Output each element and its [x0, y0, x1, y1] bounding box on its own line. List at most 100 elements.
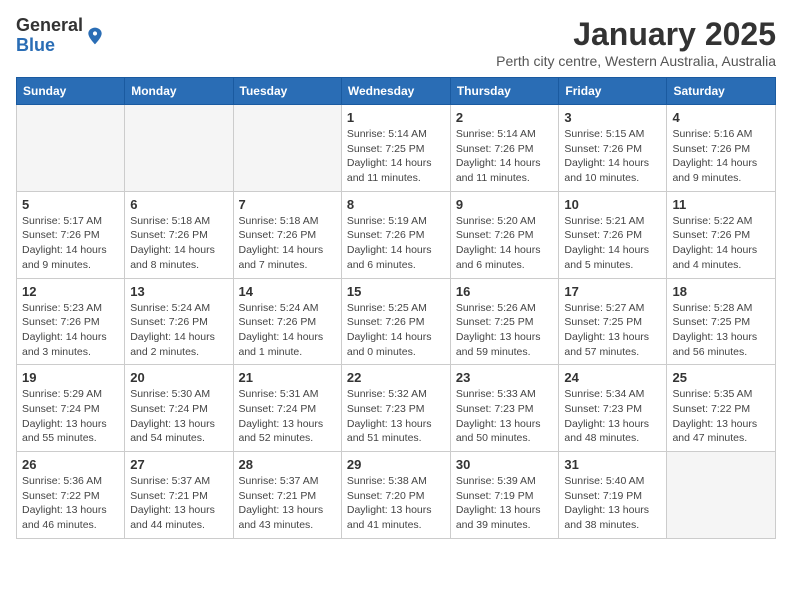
day-info: Sunrise: 5:23 AM Sunset: 7:26 PM Dayligh…	[22, 301, 119, 360]
calendar-cell: 8 Sunrise: 5:19 AM Sunset: 7:26 PM Daylig…	[341, 191, 450, 278]
day-info: Sunrise: 5:26 AM Sunset: 7:25 PM Dayligh…	[456, 301, 554, 360]
day-number: 13	[130, 284, 227, 299]
day-number: 29	[347, 457, 445, 472]
day-number: 15	[347, 284, 445, 299]
day-info: Sunrise: 5:29 AM Sunset: 7:24 PM Dayligh…	[22, 387, 119, 446]
page-header: General Blue January 2025 Perth city cen…	[16, 16, 776, 69]
day-number: 7	[239, 197, 336, 212]
day-info: Sunrise: 5:31 AM Sunset: 7:24 PM Dayligh…	[239, 387, 336, 446]
calendar-cell: 29 Sunrise: 5:38 AM Sunset: 7:20 PM Dayli…	[341, 452, 450, 539]
calendar-cell: 30 Sunrise: 5:39 AM Sunset: 7:19 PM Dayli…	[450, 452, 559, 539]
logo: General Blue	[16, 16, 105, 56]
calendar-cell: 22 Sunrise: 5:32 AM Sunset: 7:23 PM Dayli…	[341, 365, 450, 452]
day-info: Sunrise: 5:37 AM Sunset: 7:21 PM Dayligh…	[130, 474, 227, 533]
calendar-subtitle: Perth city centre, Western Australia, Au…	[496, 53, 776, 69]
day-info: Sunrise: 5:34 AM Sunset: 7:23 PM Dayligh…	[564, 387, 661, 446]
day-info: Sunrise: 5:39 AM Sunset: 7:19 PM Dayligh…	[456, 474, 554, 533]
day-info: Sunrise: 5:32 AM Sunset: 7:23 PM Dayligh…	[347, 387, 445, 446]
header-day-friday: Friday	[559, 78, 667, 105]
day-number: 22	[347, 370, 445, 385]
day-number: 23	[456, 370, 554, 385]
week-row-4: 19 Sunrise: 5:29 AM Sunset: 7:24 PM Dayli…	[17, 365, 776, 452]
day-info: Sunrise: 5:40 AM Sunset: 7:19 PM Dayligh…	[564, 474, 661, 533]
header-day-saturday: Saturday	[667, 78, 776, 105]
day-info: Sunrise: 5:35 AM Sunset: 7:22 PM Dayligh…	[672, 387, 770, 446]
day-info: Sunrise: 5:14 AM Sunset: 7:25 PM Dayligh…	[347, 127, 445, 186]
day-number: 4	[672, 110, 770, 125]
calendar-cell: 6 Sunrise: 5:18 AM Sunset: 7:26 PM Daylig…	[125, 191, 233, 278]
calendar-cell: 23 Sunrise: 5:33 AM Sunset: 7:23 PM Dayli…	[450, 365, 559, 452]
day-number: 31	[564, 457, 661, 472]
week-row-2: 5 Sunrise: 5:17 AM Sunset: 7:26 PM Daylig…	[17, 191, 776, 278]
day-number: 27	[130, 457, 227, 472]
calendar-cell	[125, 105, 233, 192]
day-number: 1	[347, 110, 445, 125]
calendar-cell: 25 Sunrise: 5:35 AM Sunset: 7:22 PM Dayli…	[667, 365, 776, 452]
day-number: 26	[22, 457, 119, 472]
day-info: Sunrise: 5:24 AM Sunset: 7:26 PM Dayligh…	[130, 301, 227, 360]
calendar-cell: 27 Sunrise: 5:37 AM Sunset: 7:21 PM Dayli…	[125, 452, 233, 539]
day-number: 18	[672, 284, 770, 299]
day-number: 30	[456, 457, 554, 472]
day-number: 21	[239, 370, 336, 385]
day-number: 12	[22, 284, 119, 299]
day-info: Sunrise: 5:24 AM Sunset: 7:26 PM Dayligh…	[239, 301, 336, 360]
day-info: Sunrise: 5:37 AM Sunset: 7:21 PM Dayligh…	[239, 474, 336, 533]
calendar-cell	[233, 105, 341, 192]
calendar-cell: 20 Sunrise: 5:30 AM Sunset: 7:24 PM Dayli…	[125, 365, 233, 452]
calendar-cell	[17, 105, 125, 192]
header-day-tuesday: Tuesday	[233, 78, 341, 105]
day-info: Sunrise: 5:17 AM Sunset: 7:26 PM Dayligh…	[22, 214, 119, 273]
day-info: Sunrise: 5:28 AM Sunset: 7:25 PM Dayligh…	[672, 301, 770, 360]
header-row: SundayMondayTuesdayWednesdayThursdayFrid…	[17, 78, 776, 105]
week-row-5: 26 Sunrise: 5:36 AM Sunset: 7:22 PM Dayli…	[17, 452, 776, 539]
day-number: 20	[130, 370, 227, 385]
calendar-cell: 12 Sunrise: 5:23 AM Sunset: 7:26 PM Dayli…	[17, 278, 125, 365]
day-info: Sunrise: 5:20 AM Sunset: 7:26 PM Dayligh…	[456, 214, 554, 273]
header-day-thursday: Thursday	[450, 78, 559, 105]
calendar-cell: 5 Sunrise: 5:17 AM Sunset: 7:26 PM Daylig…	[17, 191, 125, 278]
calendar-cell: 10Sunrise: 5:21 AM Sunset: 7:26 PM Dayli…	[559, 191, 667, 278]
calendar-cell: 19 Sunrise: 5:29 AM Sunset: 7:24 PM Dayli…	[17, 365, 125, 452]
logo-blue: Blue	[16, 35, 55, 55]
day-number: 6	[130, 197, 227, 212]
header-day-wednesday: Wednesday	[341, 78, 450, 105]
day-number: 11	[672, 197, 770, 212]
day-info: Sunrise: 5:16 AM Sunset: 7:26 PM Dayligh…	[672, 127, 770, 186]
calendar-cell: 9 Sunrise: 5:20 AM Sunset: 7:26 PM Daylig…	[450, 191, 559, 278]
calendar-title: January 2025	[496, 16, 776, 53]
day-number: 16	[456, 284, 554, 299]
header-day-sunday: Sunday	[17, 78, 125, 105]
calendar-cell: 21 Sunrise: 5:31 AM Sunset: 7:24 PM Dayli…	[233, 365, 341, 452]
calendar-cell: 31 Sunrise: 5:40 AM Sunset: 7:19 PM Dayli…	[559, 452, 667, 539]
logo-general: General	[16, 15, 83, 35]
day-info: Sunrise: 5:19 AM Sunset: 7:26 PM Dayligh…	[347, 214, 445, 273]
calendar-cell	[667, 452, 776, 539]
calendar-cell: 1 Sunrise: 5:14 AM Sunset: 7:25 PM Daylig…	[341, 105, 450, 192]
day-info: Sunrise: 5:18 AM Sunset: 7:26 PM Dayligh…	[130, 214, 227, 273]
day-number: 24	[564, 370, 661, 385]
logo-icon	[85, 26, 105, 46]
day-info: Sunrise: 5:30 AM Sunset: 7:24 PM Dayligh…	[130, 387, 227, 446]
day-number: 8	[347, 197, 445, 212]
day-info: Sunrise: 5:21 AM Sunset: 7:26 PM Dayligh…	[564, 214, 661, 273]
calendar-cell: 7Sunrise: 5:18 AM Sunset: 7:26 PM Daylig…	[233, 191, 341, 278]
day-number: 2	[456, 110, 554, 125]
day-info: Sunrise: 5:38 AM Sunset: 7:20 PM Dayligh…	[347, 474, 445, 533]
calendar-cell: 17Sunrise: 5:27 AM Sunset: 7:25 PM Dayli…	[559, 278, 667, 365]
day-info: Sunrise: 5:14 AM Sunset: 7:26 PM Dayligh…	[456, 127, 554, 186]
calendar-table: SundayMondayTuesdayWednesdayThursdayFrid…	[16, 77, 776, 539]
calendar-cell: 16 Sunrise: 5:26 AM Sunset: 7:25 PM Dayli…	[450, 278, 559, 365]
day-number: 25	[672, 370, 770, 385]
header-day-monday: Monday	[125, 78, 233, 105]
day-info: Sunrise: 5:33 AM Sunset: 7:23 PM Dayligh…	[456, 387, 554, 446]
day-number: 19	[22, 370, 119, 385]
calendar-cell: 3Sunrise: 5:15 AM Sunset: 7:26 PM Daylig…	[559, 105, 667, 192]
day-info: Sunrise: 5:36 AM Sunset: 7:22 PM Dayligh…	[22, 474, 119, 533]
calendar-cell: 28Sunrise: 5:37 AM Sunset: 7:21 PM Dayli…	[233, 452, 341, 539]
day-number: 14	[239, 284, 336, 299]
calendar-cell: 4 Sunrise: 5:16 AM Sunset: 7:26 PM Daylig…	[667, 105, 776, 192]
day-number: 9	[456, 197, 554, 212]
day-number: 5	[22, 197, 119, 212]
calendar-cell: 24 Sunrise: 5:34 AM Sunset: 7:23 PM Dayli…	[559, 365, 667, 452]
